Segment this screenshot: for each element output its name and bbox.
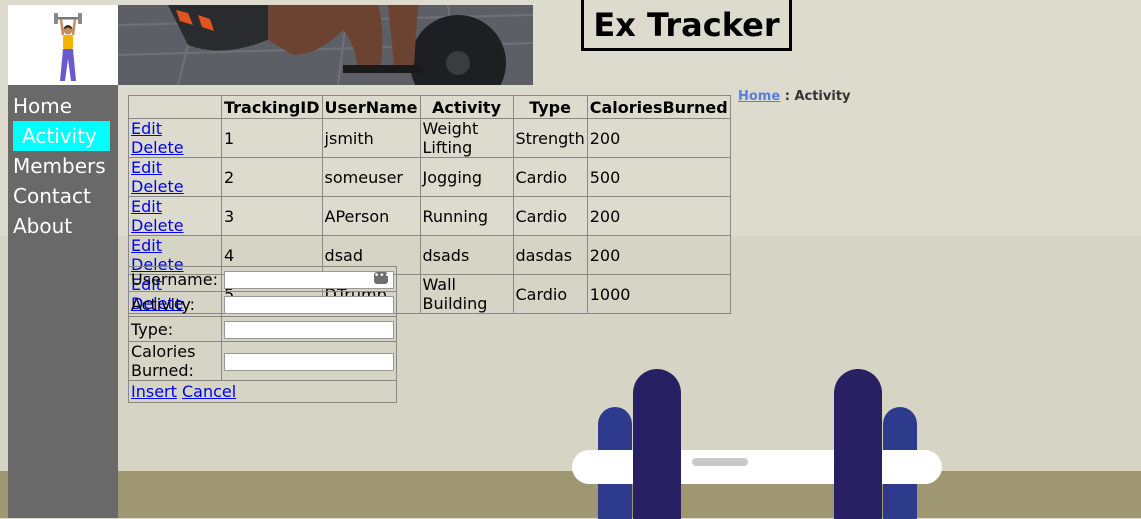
username-input[interactable] [224, 271, 394, 290]
activity-label: Activity: [128, 291, 222, 317]
form-row-actions: Insert Cancel [128, 380, 397, 403]
breadcrumb-home-link[interactable]: Home [738, 89, 780, 104]
type-label: Type: [128, 316, 222, 342]
grid-header-calories: CaloriesBurned [586, 95, 731, 119]
type-input[interactable] [224, 321, 394, 340]
grid-header-username: UserName [321, 95, 421, 119]
cell-trackingid: 2 [221, 157, 323, 197]
edit-link[interactable]: Edit [131, 197, 162, 216]
grid-header-actions [128, 95, 222, 119]
cell-activity: Wall Building [419, 274, 514, 314]
form-row-type: Type: [128, 316, 397, 342]
type-cell [221, 316, 397, 342]
table-row: Edit Delete 2 someuser Jogging Cardio 50… [128, 157, 731, 197]
grid-header-row: TrackingID UserName Activity Type Calori… [128, 95, 731, 119]
activity-input[interactable] [224, 296, 394, 315]
delete-link[interactable]: Delete [131, 177, 184, 196]
more-dots-icon[interactable]: ••• [374, 271, 390, 284]
calories-label: Calories Burned: [128, 341, 222, 381]
edit-link[interactable]: Edit [131, 236, 162, 255]
grid-header-trackingid: TrackingID [221, 95, 323, 119]
nav-item-activity[interactable]: Activity [13, 121, 110, 151]
cell-username: APerson [321, 196, 421, 236]
cell-username: jsmith [321, 118, 421, 158]
dumbbell-plate-icon [633, 369, 681, 519]
cell-calories: 1000 [586, 274, 731, 314]
cell-type: Cardio [512, 157, 588, 197]
delete-link[interactable]: Delete [131, 216, 184, 235]
nav-item-members[interactable]: Members [8, 151, 118, 181]
cell-activity: dsads [419, 235, 514, 275]
cell-calories: 200 [586, 118, 731, 158]
form-actions: Insert Cancel [128, 380, 397, 403]
table-row: Edit Delete 3 APerson Running Cardio 200 [128, 196, 731, 236]
cell-type: Strength [512, 118, 588, 158]
form-row-username: Username: ••• [128, 266, 397, 292]
weightlifter-logo-icon [8, 5, 118, 85]
athlete-barbell-photo [118, 5, 533, 85]
cell-trackingid: 3 [221, 196, 323, 236]
row-actions: Edit Delete [128, 157, 222, 197]
grid-header-activity: Activity [419, 95, 514, 119]
delete-link[interactable]: Delete [131, 138, 184, 157]
nav-menu: Home Activity Members Contact About [8, 91, 118, 241]
cell-username: someuser [321, 157, 421, 197]
insert-link[interactable]: Insert [131, 382, 177, 401]
form-row-calories: Calories Burned: [128, 341, 397, 381]
cancel-link[interactable]: Cancel [182, 382, 236, 401]
activity-cell [221, 291, 397, 317]
insert-form: Username: ••• Activity: Type: Calories B… [128, 266, 397, 403]
cell-activity: Running [419, 196, 514, 236]
barbell-highlight [692, 458, 748, 466]
calories-input[interactable] [224, 353, 394, 372]
cell-calories: 200 [586, 196, 731, 236]
cell-calories: 200 [586, 235, 731, 275]
row-actions: Edit Delete [128, 118, 222, 158]
nav-item-home[interactable]: Home [8, 91, 118, 121]
row-actions: Edit Delete [128, 196, 222, 236]
cell-type: Cardio [512, 274, 588, 314]
username-cell: ••• [221, 266, 397, 292]
sidebar: Home Activity Members Contact About [8, 85, 118, 518]
background-floor [0, 471, 1141, 518]
breadcrumb-current: Activity [794, 89, 851, 104]
barbell-bar-icon [572, 450, 942, 484]
cell-calories: 500 [586, 157, 731, 197]
table-row: Edit Delete 1 jsmith Weight Lifting Stre… [128, 118, 731, 158]
edit-link[interactable]: Edit [131, 119, 162, 138]
nav-item-about[interactable]: About [8, 211, 118, 241]
cell-trackingid: 1 [221, 118, 323, 158]
form-row-activity: Activity: [128, 291, 397, 317]
cell-type: Cardio [512, 196, 588, 236]
nav-item-contact[interactable]: Contact [8, 181, 118, 211]
breadcrumb: Home : Activity [738, 89, 851, 104]
cell-activity: Jogging [419, 157, 514, 197]
cell-activity: Weight Lifting [419, 118, 514, 158]
grid-header-type: Type [512, 95, 588, 119]
dumbbell-plate-icon [834, 369, 882, 519]
breadcrumb-separator: : [780, 89, 795, 104]
cell-type: dasdas [512, 235, 588, 275]
username-label: Username: [128, 266, 222, 292]
username-input-wrap: ••• [224, 269, 394, 290]
edit-link[interactable]: Edit [131, 158, 162, 177]
calories-cell [221, 341, 397, 381]
site-title: Ex Tracker [581, 0, 792, 51]
